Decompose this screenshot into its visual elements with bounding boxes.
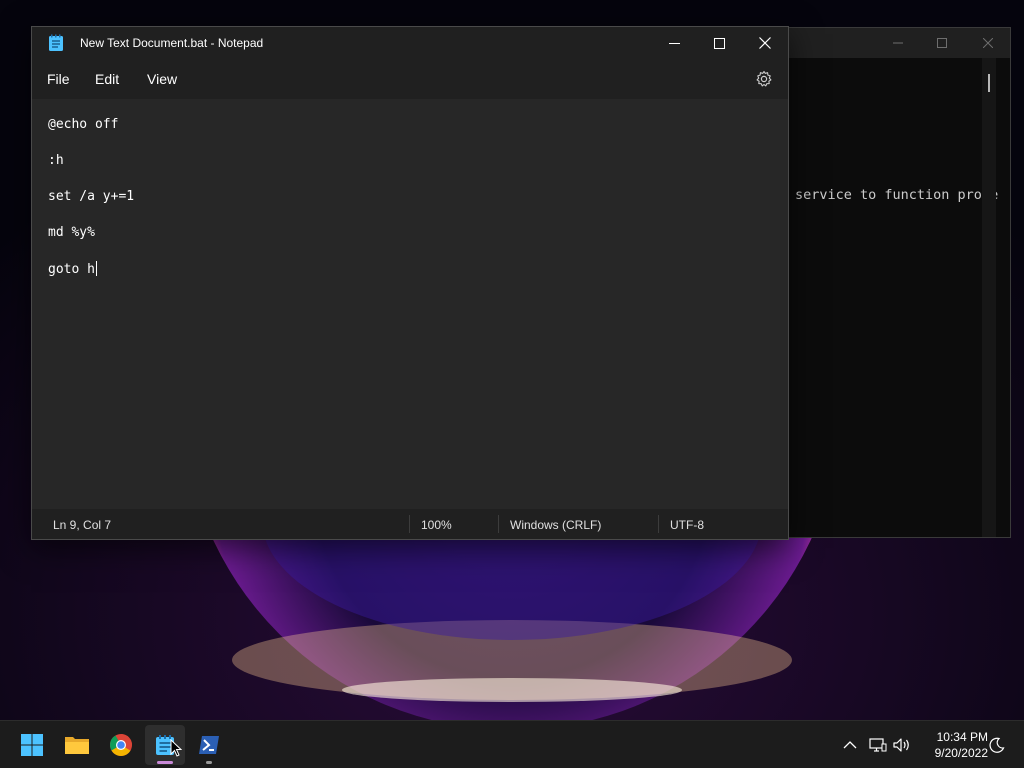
mouse-cursor-icon — [170, 738, 183, 762]
text-editor[interactable]: @echo off :h set /a y+=1 md %y% goto h — [32, 99, 788, 509]
close-button[interactable] — [742, 27, 788, 59]
start-icon — [21, 734, 43, 756]
notepad-app-icon — [48, 34, 64, 57]
network-button[interactable] — [868, 735, 888, 755]
powershell-button[interactable] — [189, 725, 229, 765]
volume-icon — [893, 738, 909, 752]
clock-date: 9/20/2022 — [934, 746, 988, 760]
menu-edit[interactable]: Edit — [95, 71, 119, 87]
console-output-text: service to function prope — [795, 187, 999, 203]
status-cursor-position: Ln 9, Col 7 — [53, 518, 112, 532]
status-line-ending: Windows (CRLF) — [510, 518, 602, 532]
powershell-icon — [199, 736, 219, 754]
settings-gear-icon[interactable] — [754, 69, 774, 89]
status-divider — [658, 515, 659, 533]
status-zoom: 100% — [421, 518, 452, 532]
window-title: New Text Document.bat - Notepad — [80, 36, 264, 50]
volume-button[interactable] — [892, 735, 912, 755]
menu-view[interactable]: View — [147, 71, 177, 87]
maximize-button[interactable] — [696, 27, 742, 59]
code-line: md %y% — [48, 225, 95, 240]
notepad-titlebar[interactable]: New Text Document.bat - Notepad — [32, 27, 788, 59]
menu-file[interactable]: File — [47, 71, 70, 87]
minimize-icon — [668, 42, 680, 44]
notepad-window[interactable]: New Text Document.bat - Notepad File Edi… — [31, 26, 789, 540]
start-button[interactable] — [12, 725, 52, 765]
network-icon — [869, 738, 887, 752]
close-icon — [983, 38, 993, 48]
console-maximize-button[interactable] — [919, 28, 965, 58]
status-encoding: UTF-8 — [670, 518, 704, 532]
chrome-button[interactable] — [101, 725, 141, 765]
text-caret — [95, 261, 97, 276]
code-line: @echo off — [48, 117, 119, 132]
code-line-current: goto h — [48, 261, 97, 277]
maximize-icon — [937, 38, 947, 48]
code-line-text: goto h — [48, 262, 95, 277]
code-line: set /a y+=1 — [48, 189, 135, 204]
file-explorer-icon — [65, 737, 89, 754]
console-scrollbar-thumb[interactable] — [988, 74, 990, 92]
console-scrollbar[interactable] — [982, 58, 996, 537]
console-titlebar[interactable] — [771, 28, 1010, 58]
clock[interactable]: 10:34 PM 9/20/2022 — [916, 729, 988, 761]
code-line: :h — [48, 153, 64, 168]
focus-assist-icon — [989, 737, 1005, 753]
running-indicator — [206, 761, 212, 764]
focus-assist-button[interactable] — [987, 735, 1007, 755]
close-icon — [759, 37, 771, 49]
chevron-up-icon — [843, 741, 857, 749]
console-minimize-button[interactable] — [875, 28, 921, 58]
show-hidden-icons-button[interactable] — [840, 735, 860, 755]
chrome-icon — [110, 734, 132, 756]
taskbar: 10:34 PM 9/20/2022 — [0, 720, 1024, 768]
maximize-icon — [713, 37, 725, 49]
menu-bar: File Edit View — [32, 59, 788, 99]
console-close-button[interactable] — [965, 28, 1011, 58]
file-explorer-button[interactable] — [57, 725, 97, 765]
minimize-icon — [893, 42, 903, 44]
minimize-button[interactable] — [651, 27, 697, 59]
console-window[interactable]: service to function prope — [770, 27, 1011, 538]
clock-time: 10:34 PM — [936, 730, 988, 744]
status-bar: Ln 9, Col 7 100% Windows (CRLF) UTF-8 — [32, 509, 788, 539]
status-divider — [498, 515, 499, 533]
status-divider — [409, 515, 410, 533]
